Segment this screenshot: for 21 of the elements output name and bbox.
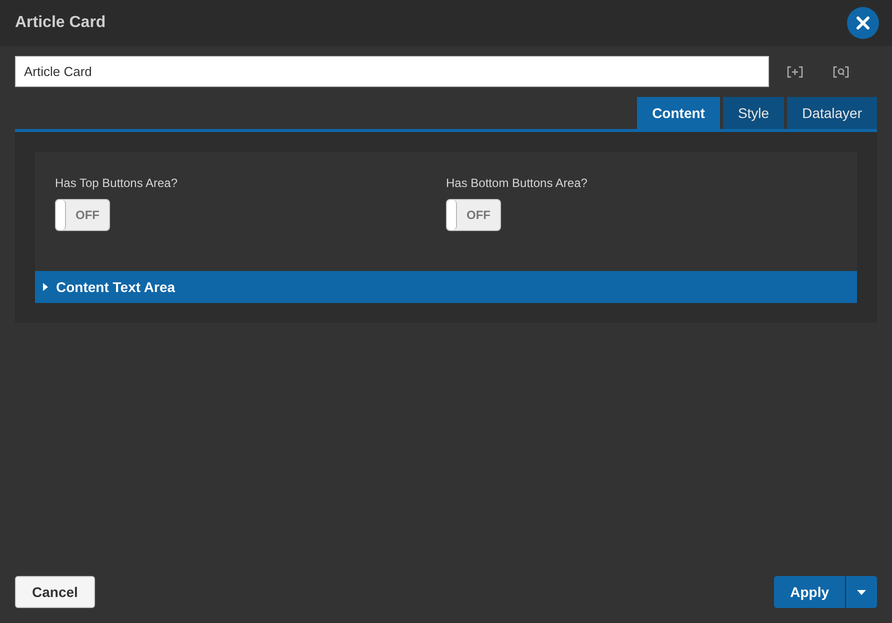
- search-icon: [833, 66, 849, 78]
- section-header[interactable]: Content Text Area: [35, 271, 857, 303]
- tab[interactable]: Datalayer: [787, 97, 877, 129]
- toggle-label: Has Top Buttons Area?: [55, 175, 179, 192]
- toggle-label: Has Bottom Buttons Area?: [446, 175, 588, 192]
- name-field[interactable]: Article Card: [15, 56, 769, 87]
- tab[interactable]: Style: [722, 97, 784, 129]
- dropdown-button[interactable]: [846, 576, 877, 608]
- expand-icon: [787, 66, 803, 78]
- window-title: Article Card: [15, 13, 106, 33]
- toggle-state: OFF: [74, 207, 100, 224]
- caret-icon: [43, 283, 48, 291]
- cancel-button[interactable]: Cancel: [15, 576, 95, 608]
- close-button[interactable]: [847, 7, 879, 39]
- tab[interactable]: Content: [637, 97, 720, 129]
- toggle-state: OFF: [466, 207, 492, 224]
- close-icon: [856, 16, 870, 30]
- toggle-switch[interactable]: OFF: [446, 199, 501, 231]
- toggle-switch[interactable]: OFF: [55, 199, 110, 231]
- apply-button[interactable]: Apply: [774, 576, 845, 608]
- caret-icon: [857, 590, 866, 594]
